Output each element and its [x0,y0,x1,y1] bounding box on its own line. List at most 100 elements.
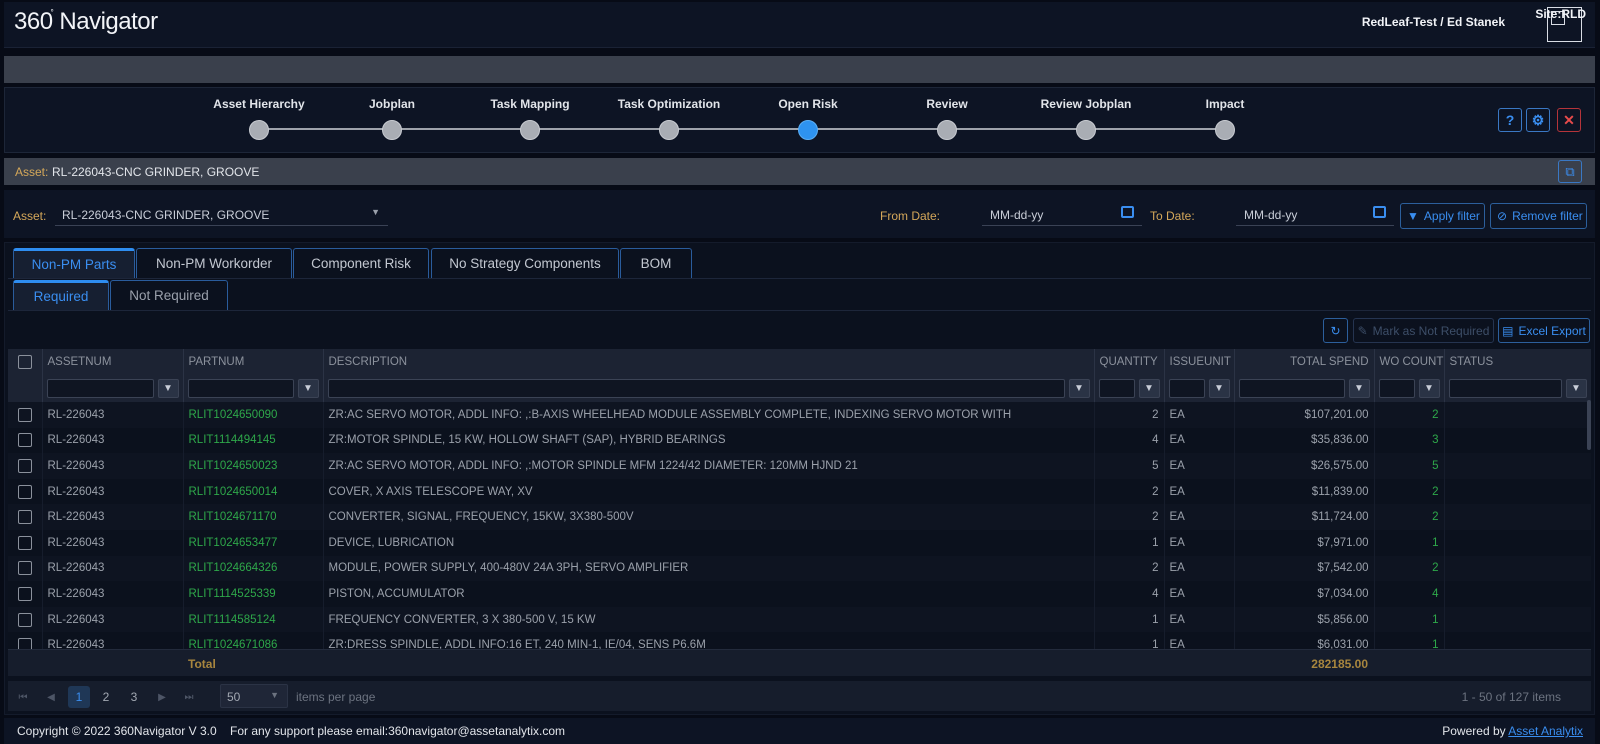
column-filter-input[interactable] [1238,378,1345,398]
page-button[interactable]: 3 [123,686,145,708]
step-task-mapping[interactable]: Task Mapping [470,97,590,140]
column-header-assetnum[interactable]: ASSETNUM [42,349,184,374]
table-row[interactable]: RL-226043 RLIT1024664326 MODULE, POWER SUP… [8,555,1591,582]
column-header-partnum[interactable]: PARTNUM [183,349,324,374]
filter-icon[interactable]: ▼ [1418,378,1440,398]
row-checkbox[interactable] [17,535,32,550]
step-open-risk[interactable]: Open Risk [748,97,868,140]
next-page-icon[interactable]: ▶ [151,686,173,708]
step-review-jobplan[interactable]: Review Jobplan [1026,97,1146,140]
table-row[interactable]: RL-226043 RLIT1114585124 FREQUENCY CONVERT… [8,606,1591,633]
column-filter-input[interactable] [1378,378,1415,398]
parts-grid: ASSETNUM PARTNUM DESCRIPTION QUANTITY IS… [8,349,1591,679]
partnum-cell: RLIT1024650014 [183,478,324,505]
prev-page-icon[interactable]: ◀ [40,686,62,708]
assetnum-cell: RL-226043 [42,453,184,479]
tab-component-risk[interactable]: Component Risk [293,248,429,278]
mark-not-required-button[interactable]: ✎ Mark as Not Required [1353,318,1494,343]
settings-button[interactable]: ⚙ [1526,108,1550,132]
row-select-cell [8,555,43,582]
filter-icon[interactable]: ▼ [1068,378,1090,398]
step-impact[interactable]: Impact [1165,97,1285,140]
last-page-icon[interactable]: ⏭ [178,686,200,708]
subtab-required[interactable]: Required [13,280,109,310]
calendar-icon[interactable] [1373,206,1386,218]
tab-no-strategy-components[interactable]: No Strategy Components [431,248,619,278]
apply-filter-button[interactable]: ▼ Apply filter [1400,203,1485,229]
row-checkbox[interactable] [17,407,32,422]
refresh-button[interactable]: ↻ [1323,318,1348,343]
row-checkbox[interactable] [17,484,32,499]
column-header-total-spend[interactable]: TOTAL SPEND [1234,349,1375,374]
status-cell [1444,555,1591,582]
table-row[interactable]: RL-226043 RLIT1024653477 DEVICE, LUBRICATI… [8,529,1591,556]
row-checkbox[interactable] [17,561,32,576]
tab-non-pm-workorder[interactable]: Non-PM Workorder [136,248,292,278]
row-checkbox[interactable] [17,433,32,448]
step-review[interactable]: Review [887,97,1007,140]
description-cell: CONVERTER, SIGNAL, FREQUENCY, 15KW, 3X38… [323,504,1095,530]
select-all-checkbox[interactable] [17,354,32,369]
subtab-not-required[interactable]: Not Required [110,280,228,310]
column-header-issueunit[interactable]: ISSUEUNIT [1164,349,1235,374]
step-jobplan[interactable]: Jobplan [332,97,452,140]
first-page-icon[interactable]: ⏮ [12,686,34,708]
step-asset-hierarchy[interactable]: Asset Hierarchy [199,97,319,140]
total-label: Total [188,657,216,671]
column-filter-input[interactable] [1448,378,1562,398]
tab-non-pm-parts[interactable]: Non-PM Parts [13,248,135,278]
table-row[interactable]: RL-226043 RLIT1024650090 ZR:AC SERVO MOTOR… [8,402,1591,428]
total-spend-cell: $5,856.00 [1234,606,1375,633]
wo-count-cell: 2 [1374,478,1445,505]
column-filter-input[interactable] [46,378,154,398]
column-header-wo-count[interactable]: WO COUNT [1374,349,1445,374]
row-checkbox[interactable] [17,510,32,525]
step-label: Jobplan [368,97,415,111]
company-link[interactable]: Asset Analytix [1508,724,1583,738]
open-external-button[interactable]: ⧉ [1558,160,1582,183]
row-checkbox[interactable] [17,612,32,627]
filter-icon[interactable]: ▼ [1208,378,1230,398]
filter-icon[interactable]: ▼ [1565,378,1587,398]
page-button[interactable]: 1 [68,686,90,708]
step-task-optimization[interactable]: Task Optimization [609,97,729,140]
table-row[interactable]: RL-226043 RLIT1024650023 ZR:AC SERVO MOTOR… [8,453,1591,479]
step-label: Task Mapping [490,97,570,111]
row-select-cell [8,529,43,556]
help-button[interactable]: ? [1498,108,1522,132]
wo-count-cell: 1 [1374,606,1445,633]
table-row[interactable]: RL-226043 RLIT1024650014 COVER, X AXIS TEL… [8,478,1591,505]
from-date-input[interactable]: MM-dd-yy [982,203,1142,226]
filter-icon[interactable]: ▼ [157,378,179,398]
filter-icon[interactable]: ▼ [1138,378,1160,398]
page-size-select[interactable]: 50 ▼ [220,684,288,708]
row-checkbox[interactable] [17,586,32,601]
calendar-icon[interactable] [1121,206,1134,218]
column-filter-input[interactable] [327,378,1065,398]
column-filter-input[interactable] [1098,378,1135,398]
filter-icon[interactable]: ▼ [1348,378,1370,398]
row-checkbox[interactable] [17,458,32,473]
status-cell [1444,606,1591,633]
column-header-quantity[interactable]: QUANTITY [1094,349,1165,374]
filter-icon[interactable]: ▼ [297,378,319,398]
table-row[interactable]: RL-226043 RLIT1114525339 PISTON, ACCUMULAT… [8,581,1591,607]
column-filter-input[interactable] [187,378,294,398]
excel-export-button[interactable]: ▤ Excel Export [1498,318,1590,343]
to-date-input[interactable]: MM-dd-yy [1236,203,1394,226]
tab-bom[interactable]: BOM [620,248,692,278]
table-row[interactable]: RL-226043 RLIT1114494145 ZR:MOTOR SPINDLE,… [8,427,1591,454]
assetnum-cell: RL-226043 [42,581,184,607]
row-select-cell [8,427,43,454]
issueunit-cell: EA [1164,606,1235,633]
grid-scrollbar[interactable] [1587,400,1591,450]
close-button[interactable]: ✕ [1557,108,1581,132]
remove-filter-button[interactable]: ⊘ Remove filter [1490,203,1587,229]
column-filter-input[interactable] [1168,378,1205,398]
table-row[interactable]: RL-226043 RLIT1024671170 CONVERTER, SIGNAL… [8,504,1591,530]
asset-select[interactable]: RL-226043-CNC GRINDER, GROOVE ▼ [55,203,388,226]
page-button[interactable]: 2 [95,686,117,708]
column-header-description[interactable]: DESCRIPTION [323,349,1095,374]
column-header-status[interactable]: STATUS [1444,349,1591,374]
app-logo[interactable]: 360° Navigator [14,8,158,36]
